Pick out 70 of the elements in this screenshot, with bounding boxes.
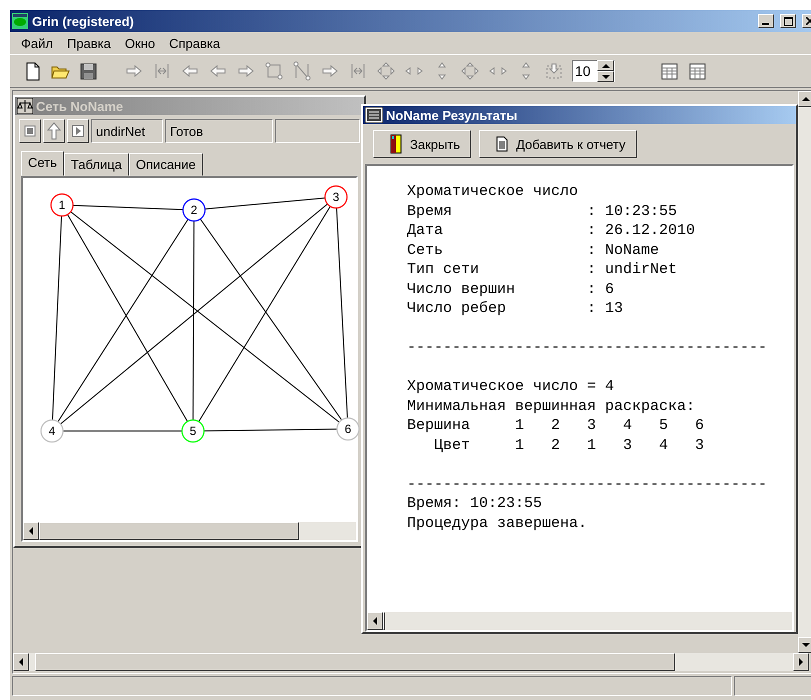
stop-button[interactable]: [19, 119, 41, 143]
up-button[interactable]: [43, 119, 65, 143]
vertical-scrollbar[interactable]: [798, 91, 811, 653]
play-icon: [72, 125, 84, 137]
node-label: 5: [190, 424, 196, 438]
report-line: Число ребер : 13: [407, 299, 624, 318]
close-button[interactable]: Закрыть: [373, 130, 472, 158]
tab[interactable]: Таблица: [64, 153, 129, 176]
add-to-report-button[interactable]: Добавить к отчету: [479, 130, 637, 158]
report-line: Вершина 1 2 3 4 5 6: [407, 416, 706, 436]
door-icon: [390, 134, 402, 154]
graph-node[interactable]: [324, 185, 348, 209]
report-line: Сеть : NoName: [407, 240, 660, 260]
scroll-thumb[interactable]: [39, 522, 299, 540]
spinner-field[interactable]: 10: [572, 60, 615, 82]
report-line: Минимальная вершинная раскраска:: [407, 396, 696, 416]
graph-node[interactable]: [336, 417, 360, 441]
horizontal-scrollbar[interactable]: [367, 612, 792, 630]
report-line: Хроматическое число = 4: [407, 377, 616, 396]
tab[interactable]: Описание: [128, 153, 203, 176]
report-line: Тип сети : undirNet: [407, 260, 678, 280]
scroll-up-button[interactable]: [798, 91, 811, 107]
node-label: 4: [48, 424, 56, 438]
menu-item[interactable]: Файл: [14, 36, 60, 50]
window-icon: [365, 107, 383, 123]
up-arrow-icon: [47, 122, 61, 140]
scroll-down-button[interactable]: [798, 637, 811, 653]
node-label: 2: [190, 203, 198, 217]
report-line: ----------------------------------------: [407, 474, 768, 494]
status-panel: Готов: [165, 119, 273, 143]
maximize-button[interactable]: [780, 14, 796, 28]
report-line: Дата : 26.12.2010: [407, 221, 696, 240]
report-line: Время: 10:23:55: [407, 494, 544, 514]
window-title: Grin (registered): [32, 14, 135, 28]
report-line: Время : 10:23:55: [407, 202, 678, 221]
scroll-left-button[interactable]: [23, 522, 39, 540]
menu-item[interactable]: Окно: [118, 36, 162, 50]
app-icon: [12, 13, 28, 29]
stop-icon: [24, 125, 36, 137]
node-label: 6: [344, 422, 352, 436]
window-title: Сеть NoName: [36, 98, 124, 114]
minimize-button[interactable]: [758, 14, 774, 28]
node-label: 3: [332, 190, 340, 204]
graph-node[interactable]: [182, 198, 206, 222]
horizontal-scrollbar[interactable]: [13, 653, 809, 671]
net-type-panel: undirNet: [91, 119, 163, 143]
scroll-thumb[interactable]: [35, 653, 675, 671]
window-title: NoName Результаты: [386, 108, 518, 122]
scroll-left-button[interactable]: [367, 612, 383, 630]
scales-icon: [17, 98, 33, 114]
table-icon[interactable]: [659, 61, 679, 81]
graph-node[interactable]: [40, 419, 64, 443]
scroll-right-button[interactable]: [793, 653, 809, 671]
horizontal-scrollbar[interactable]: [23, 522, 356, 540]
maximize-icon: [784, 16, 792, 26]
report-line: Процедура завершена.: [407, 514, 588, 533]
report-line: Хроматическое число: [407, 182, 580, 202]
menu-item[interactable]: Правка: [60, 36, 118, 50]
document-icon: [496, 136, 508, 152]
scroll-left-button[interactable]: [13, 653, 29, 671]
tab[interactable]: Сеть: [21, 151, 64, 176]
menu-item[interactable]: Справка: [162, 36, 228, 50]
table-icon[interactable]: [687, 61, 707, 81]
play-button[interactable]: [67, 119, 89, 143]
report-line: ----------------------------------------: [407, 338, 768, 358]
report-line: Число вершин : 6: [407, 280, 616, 299]
scroll-thumb[interactable]: [383, 612, 385, 630]
report-line: Цвет 1 2 1 3 4 3: [433, 436, 706, 455]
graph-node[interactable]: [50, 193, 74, 217]
node-label: 1: [58, 198, 66, 212]
